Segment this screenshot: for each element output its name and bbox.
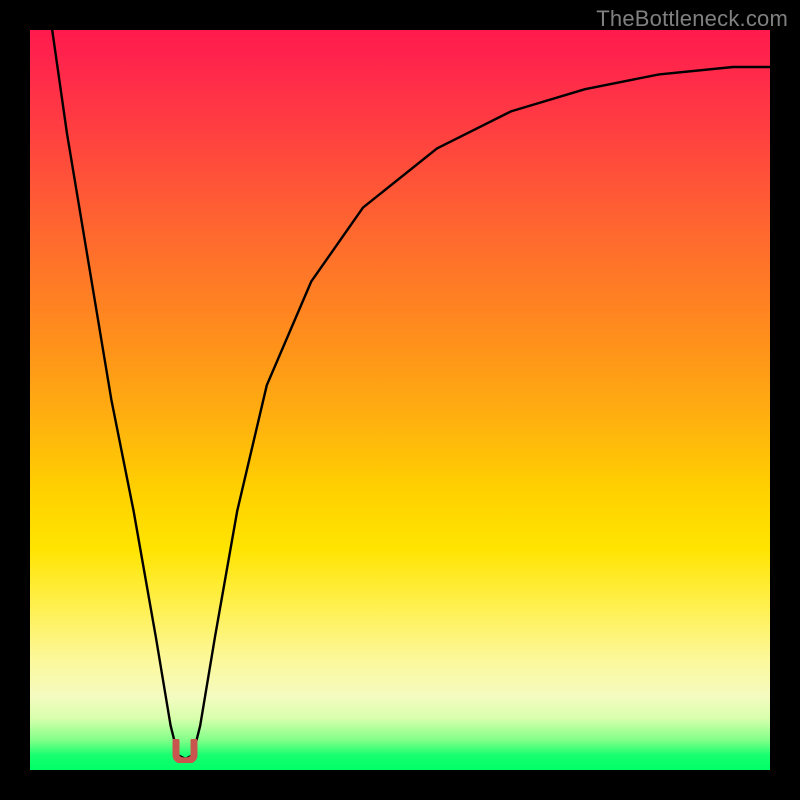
- heat-gradient-background: [30, 30, 770, 770]
- watermark-text: TheBottleneck.com: [596, 6, 788, 32]
- plot-area: [30, 30, 770, 770]
- chart-frame: TheBottleneck.com: [0, 0, 800, 800]
